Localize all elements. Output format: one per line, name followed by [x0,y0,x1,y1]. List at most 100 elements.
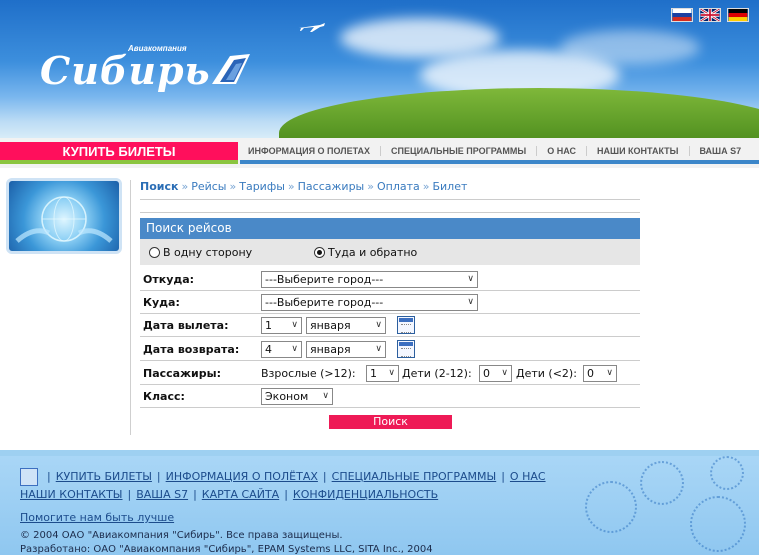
chevron-down-icon: ∨ [375,344,382,354]
chevron-down-icon: ∨ [467,297,474,307]
airplane-icon [299,23,325,32]
to-label: Куда: [143,296,180,309]
footer-your-s7[interactable]: ВАША S7 [136,488,188,501]
depart-day-value: 1 [265,319,272,332]
footer-copyright: © 2004 ОАО "Авиакомпания "Сибирь". Все п… [20,529,433,555]
developed-by-text: Разработано: ОАО "Авиакомпания "Сибирь",… [20,544,433,555]
breadcrumb-ticket[interactable]: Билет [432,180,467,193]
calendar-icon[interactable] [397,340,415,358]
calendar-icon[interactable] [397,316,415,334]
main-nav: КУПИТЬ БИЛЕТЫ ИНФОРМАЦИЯ О ПОЛЕТАХ СПЕЦИ… [0,138,759,168]
nav-your-s7[interactable]: ВАША S7 [690,146,752,156]
round-trip-label: Туда и обратно [328,245,418,259]
depart-month-value: января [310,319,351,332]
footer-help-link[interactable]: Помогите нам быть лучше [20,511,174,524]
return-row: Дата возврата: 4 ∨ января ∨ [140,338,640,361]
nav-buy-tickets[interactable]: КУПИТЬ БИЛЕТЫ [0,142,238,164]
footer-about[interactable]: О НАС [510,470,546,483]
flower-decoration [690,496,746,552]
to-city-value: ---Выберите город--- [265,296,384,309]
class-select[interactable]: Эконом ∨ [261,388,333,405]
return-month-select[interactable]: января ∨ [306,341,386,358]
footer-contacts[interactable]: НАШИ КОНТАКТЫ [20,488,123,501]
children-label: Дети (2-12): [402,367,472,380]
nav-contacts[interactable]: НАШИ КОНТАКТЫ [587,146,690,156]
nav-special-programs[interactable]: СПЕЦИАЛЬНЫЕ ПРОГРАММЫ [381,146,538,156]
divider [140,212,640,213]
passengers-row: Пассажиры: Взрослые (>12): 1 ∨ Дети (2-12… [140,362,640,385]
nav-about[interactable]: О НАС [537,146,588,156]
language-switcher [671,8,749,22]
form-title: Поиск рейсов [140,218,640,239]
return-day-value: 4 [265,343,272,356]
chevron-down-icon: ∨ [291,344,298,354]
from-city-value: ---Выберите город--- [265,273,384,286]
from-row: Откуда: ---Выберите город--- ∨ [140,268,640,291]
trip-one-way-option[interactable]: В одну сторону [149,246,314,259]
footer-special-programs[interactable]: СПЕЦИАЛЬНЫЕ ПРОГРАММЫ [332,470,497,483]
to-row: Куда: ---Выберите город--- ∨ [140,291,640,314]
trip-type-group: В одну сторону Туда и обратно [140,239,640,265]
class-label: Класс: [143,390,185,403]
children-value: 0 [483,367,490,380]
breadcrumb-payment[interactable]: Оплата [377,180,420,193]
footer-links: | КУПИТЬ БИЛЕТЫ | ИНФОРМАЦИЯ О ПОЛЁТАХ | СПЕЦ… [20,470,546,501]
from-label: Откуда: [143,273,195,286]
breadcrumb-search[interactable]: Поиск [140,180,178,193]
one-way-radio[interactable] [149,246,160,258]
breadcrumb-fares[interactable]: Тарифы [239,180,285,193]
cloud [560,30,700,65]
depart-day-select[interactable]: 1 ∨ [261,317,302,334]
divider [130,180,131,435]
chevron-down-icon: ∨ [291,320,298,330]
round-trip-radio[interactable] [314,246,325,258]
breadcrumb: Поиск» Рейсы» Тарифы» Пассажиры» Оплата» Биле… [140,180,640,200]
nav-flight-info[interactable]: ИНФОРМАЦИЯ О ПОЛЕТАХ [240,146,382,156]
chevron-down-icon: ∨ [322,391,329,401]
logo-tail-icon [212,54,250,84]
infants-select[interactable]: 0 ∨ [583,365,617,382]
chevron-down-icon: ∨ [375,320,382,330]
depart-month-select[interactable]: января ∨ [306,317,386,334]
breadcrumb-passengers[interactable]: Пассажиры [298,180,365,193]
trip-round-option[interactable]: Туда и обратно [314,246,417,259]
passengers-label: Пассажиры: [143,367,221,380]
globe-hands-image [6,178,122,254]
de-flag-icon[interactable] [727,8,749,22]
return-day-select[interactable]: 4 ∨ [261,341,302,358]
grass-hill [279,88,759,138]
footer-flight-info[interactable]: ИНФОРМАЦИЯ О ПОЛЁТАХ [166,470,318,483]
one-way-label: В одну сторону [163,245,253,259]
from-city-select[interactable]: ---Выберите город--- ∨ [261,271,478,288]
chevron-down-icon: ∨ [467,274,474,284]
nav-links: ИНФОРМАЦИЯ О ПОЛЕТАХ СПЕЦИАЛЬНЫЕ ПРОГРАМ… [240,142,759,164]
adults-value: 1 [370,367,377,380]
chevron-down-icon: ∨ [388,368,395,378]
breadcrumb-flights[interactable]: Рейсы [191,180,226,193]
to-city-select[interactable]: ---Выберите город--- ∨ [261,294,478,311]
adults-label: Взрослые (>12): [261,367,356,380]
site-logo[interactable]: Авиакомпания Сибирь [40,44,260,94]
children-select[interactable]: 0 ∨ [479,365,512,382]
infants-label: Дети (<2): [516,367,577,380]
chevron-down-icon: ∨ [606,368,613,378]
ru-flag-icon[interactable] [671,8,693,22]
infants-value: 0 [587,367,594,380]
adults-select[interactable]: 1 ∨ [366,365,399,382]
search-button[interactable]: Поиск [329,415,452,429]
class-value: Эконом [265,390,309,403]
header-banner: Авиакомпания Сибирь [0,0,759,138]
footer-sitemap[interactable]: КАРТА САЙТА [202,488,279,501]
depart-row: Дата вылета: 1 ∨ января ∨ [140,314,640,337]
depart-label: Дата вылета: [143,319,229,332]
footer-privacy[interactable]: КОНФИДЕНЦИАЛЬНОСТЬ [293,488,438,501]
class-row: Класс: Эконом ∨ [140,385,640,408]
footer: | КУПИТЬ БИЛЕТЫ | ИНФОРМАЦИЯ О ПОЛЁТАХ | СПЕЦ… [0,450,759,555]
footer-buy-tickets[interactable]: КУПИТЬ БИЛЕТЫ [56,470,152,483]
chevron-down-icon: ∨ [501,368,508,378]
logo-text: Сибирь [40,48,211,93]
return-month-value: января [310,343,351,356]
globe-icon [15,196,113,243]
return-label: Дата возврата: [143,343,240,356]
uk-flag-icon[interactable] [699,8,721,22]
